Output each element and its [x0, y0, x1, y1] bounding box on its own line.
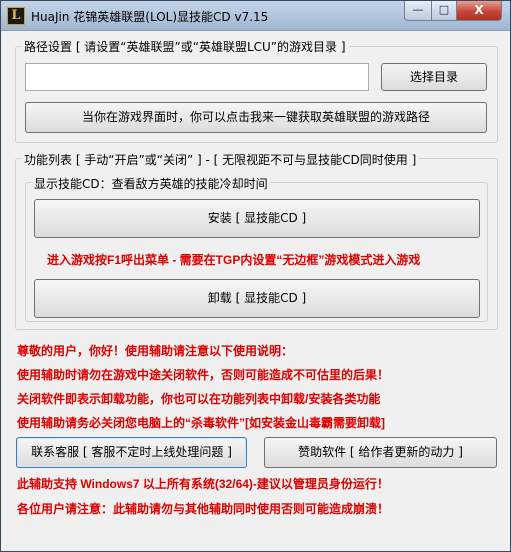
- feature-list-label: 功能列表 [ 手动“开启”或“关闭” ] - [ 无限视距不可与显技能CD同时使…: [21, 151, 420, 168]
- game-path-input[interactable]: [25, 63, 369, 91]
- footer-note: 此辅助支持 Windows7 以上所有系统(32/64)-建议以管理员身份运行！: [17, 477, 389, 491]
- skill-cd-label: 显示技能CD：查看敌方英雄的技能冷却时间: [31, 175, 271, 192]
- minimize-button[interactable]: —: [404, 1, 432, 21]
- note-line: 使用辅助请务必关闭您电脑上的“杀毒软件”[如安装金山毒霸需要卸载]: [17, 416, 385, 430]
- app-logo-icon: L: [7, 7, 25, 25]
- sponsor-button[interactable]: 赞助软件 [ 给作者更新的动力 ]: [264, 437, 497, 468]
- title-bar[interactable]: L HuaJin 花锦英雄联盟(LOL)显技能CD v7.15 — □ X: [1, 1, 510, 31]
- uninstall-skill-cd-button[interactable]: 卸载 [ 显技能CD ]: [34, 279, 480, 318]
- app-window: L HuaJin 花锦英雄联盟(LOL)显技能CD v7.15 — □ X 路径…: [0, 0, 511, 552]
- window-title: HuaJin 花锦英雄联盟(LOL)显技能CD v7.15: [31, 10, 269, 24]
- note-line: 关闭软件即表示卸载功能，你也可以在功能列表中卸载/安装各类功能: [17, 392, 381, 406]
- note-line: 尊敬的用户，你好！使用辅助请注意以下使用说明：: [17, 344, 294, 358]
- ingame-notice: 进入游戏按F1呼出菜单 - 需要在TGP内设置“无边框”游戏模式进入游戏: [47, 253, 421, 267]
- auto-detect-path-button[interactable]: 当你在游戏界面时，你可以点击我来一键获取英雄联盟的游戏路径: [25, 102, 487, 133]
- close-icon: X: [474, 3, 484, 17]
- maximize-button[interactable]: □: [431, 1, 457, 21]
- path-settings-label: 路径设置 [ 请设置“英雄联盟”或“英雄联盟LCU”的游戏目录 ]: [21, 38, 349, 55]
- note-line: 使用辅助时请勿在游戏中途关闭软件，否则可能造成不可估里的后果！: [17, 368, 390, 382]
- minimize-icon: —: [412, 3, 424, 16]
- install-skill-cd-button[interactable]: 安装 [ 显技能CD ]: [34, 199, 480, 238]
- browse-directory-button[interactable]: 选择目录: [381, 63, 487, 91]
- contact-support-button[interactable]: 联系客服 [ 客服不定时上线处理问题 ]: [16, 437, 247, 468]
- footer-note: 各位用户请注意：此辅助请勿与其他辅助同时使用否则可能造成崩溃！: [17, 502, 390, 516]
- maximize-icon: □: [438, 3, 450, 16]
- close-button[interactable]: X: [456, 1, 502, 21]
